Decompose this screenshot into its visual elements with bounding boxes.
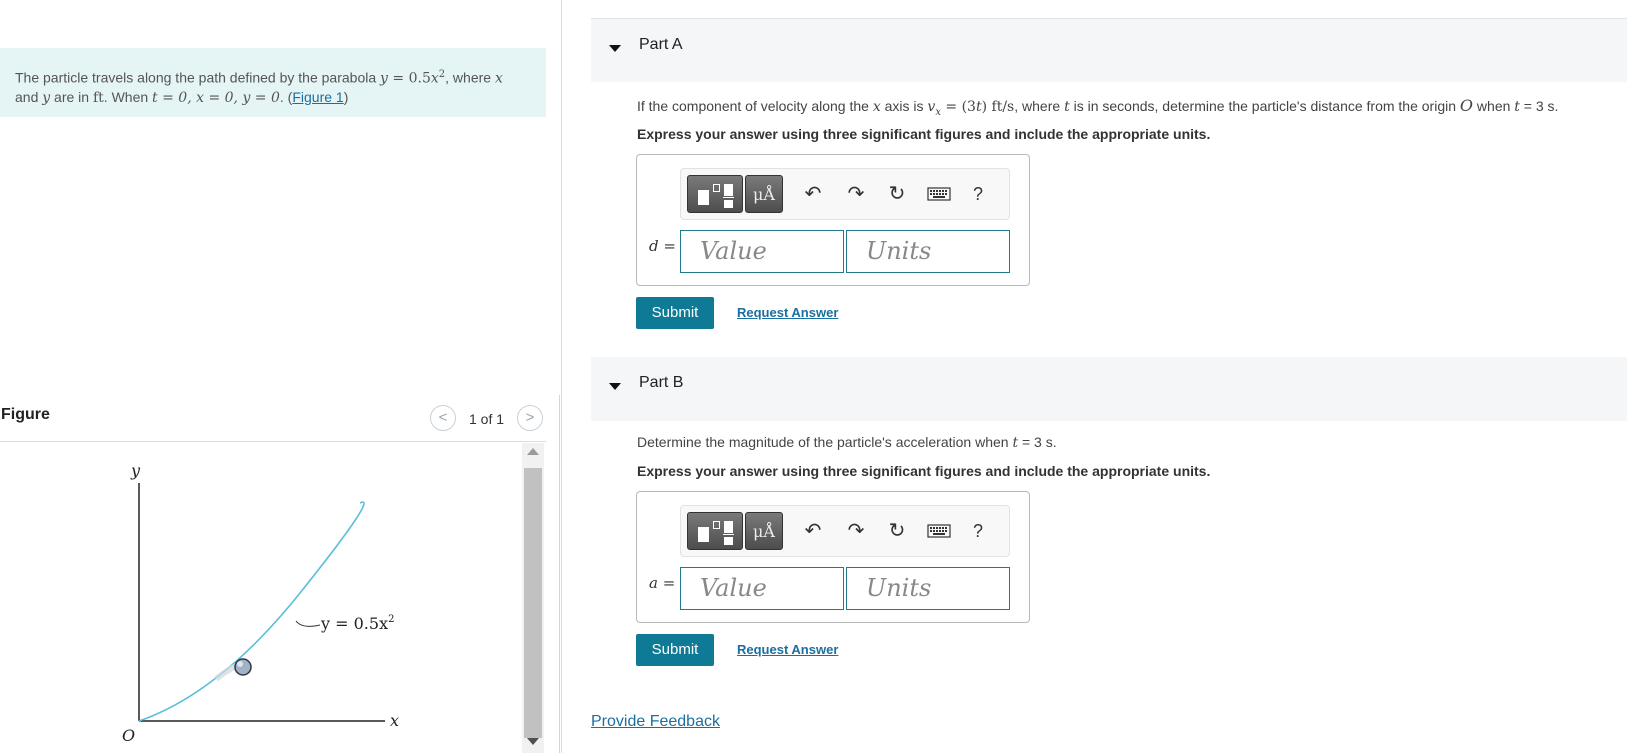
keyboard-icon[interactable] (926, 519, 952, 543)
templates-button[interactable] (687, 175, 743, 213)
math-x: x (494, 70, 503, 87)
part-b-label: Part B (639, 374, 684, 391)
figure-scrollbar[interactable] (522, 443, 544, 753)
answer-variable-label: d = (649, 237, 676, 255)
question-text: is in seconds, determine the particle's … (1069, 98, 1460, 114)
math-y: y (42, 89, 51, 106)
curve-equation-sup: 2 (388, 614, 394, 625)
math-unit: ft/s (987, 99, 1015, 115)
figure-counter: 1 of 1 (469, 411, 505, 427)
math-condition: t = 0, x = 0, y = 0 (152, 89, 280, 106)
part-b-question: Determine the magnitude of the particle'… (637, 434, 1057, 451)
undo-icon[interactable]: ↶ (801, 182, 825, 206)
problem-text: . ( (279, 88, 293, 105)
undo-icon[interactable]: ↶ (801, 519, 825, 543)
figure-title: Figure (1, 406, 50, 423)
problem-text: are in (50, 88, 93, 105)
question-text: axis is (880, 98, 928, 114)
part-b-instruction: Express your answer using three signific… (637, 463, 1211, 479)
request-answer-link[interactable]: Request Answer (737, 305, 838, 320)
request-answer-link[interactable]: Request Answer (737, 642, 838, 657)
math-x: x (872, 99, 881, 115)
math-eq: = 0.5 (387, 70, 431, 87)
part-a-instruction: Express your answer using three signific… (637, 126, 1211, 142)
help-icon[interactable]: ? (966, 182, 990, 206)
problem-text: ) (343, 88, 349, 105)
reset-icon[interactable]: ↻ (885, 519, 909, 543)
particle (234, 658, 252, 676)
problem-text: . When (103, 88, 153, 105)
value-input[interactable]: Value (680, 230, 844, 273)
part-b-header[interactable]: Part B (591, 357, 1627, 421)
math-origin: O (1459, 96, 1474, 115)
keyboard-icon[interactable] (926, 182, 952, 206)
collapse-caret-icon[interactable] (609, 383, 621, 390)
question-text: = 3 s. (1519, 98, 1559, 114)
scroll-down-arrow-icon[interactable] (527, 738, 539, 745)
problem-text: and (15, 88, 43, 105)
math-unit: ft (92, 89, 104, 106)
problem-text: The particle travels along the path defi… (15, 69, 381, 86)
submit-button[interactable]: Submit (636, 634, 714, 666)
units-button[interactable]: μÅ (745, 175, 783, 213)
part-a-label: Part A (639, 36, 683, 53)
question-text: = 3 s. (1018, 434, 1057, 450)
left-pane: The particle travels along the path defi… (0, 0, 562, 753)
part-b-answer-box: μÅ ↶ ↷ ↻ ? a = Value Units (636, 491, 1030, 623)
origin-label: O (122, 726, 135, 745)
motion-blur (214, 663, 238, 682)
question-text: Determine the magnitude of the particle'… (637, 434, 1013, 450)
provide-feedback-link[interactable]: Provide Feedback (591, 713, 720, 731)
previous-figure-button[interactable]: < (430, 405, 456, 431)
label-leader (295, 620, 321, 627)
math-eq: = (3 (940, 99, 976, 115)
particle-highlight (237, 661, 243, 667)
part-a-header[interactable]: Part A (591, 18, 1627, 82)
figure-header: Figure < 1 of 1 > (0, 400, 546, 442)
value-input[interactable]: Value (680, 567, 844, 610)
variable-symbol: d (649, 237, 659, 255)
y-axis-label: y (130, 461, 141, 480)
scrollbar-thumb[interactable] (524, 468, 542, 738)
question-text: when (1473, 98, 1515, 114)
help-icon[interactable]: ? (966, 519, 990, 543)
curve-equation-text: y = 0.5x (320, 614, 388, 633)
templates-button[interactable] (687, 512, 743, 550)
parabola-curve (138, 501, 365, 722)
scroll-up-arrow-icon[interactable] (527, 448, 539, 455)
question-text: If the component of velocity along the (637, 98, 873, 114)
part-a-answer-box: μÅ ↶ ↷ ↻ ? d = Value Units (636, 154, 1030, 286)
problem-text: , where (445, 69, 495, 86)
units-button[interactable]: μÅ (745, 512, 783, 550)
figure-link[interactable]: Figure 1 (292, 89, 343, 105)
math-y: y (380, 70, 388, 87)
problem-statement: The particle travels along the path defi… (0, 48, 546, 117)
redo-icon[interactable]: ↷ (844, 519, 868, 543)
units-input[interactable]: Units (846, 230, 1010, 273)
question-text: , where (1014, 98, 1065, 114)
variable-symbol: a (649, 574, 658, 592)
submit-button[interactable]: Submit (636, 297, 714, 329)
part-a-question: If the component of velocity along the x… (637, 96, 1558, 118)
x-axis-label: x (390, 711, 399, 730)
math-toolbar: μÅ ↶ ↷ ↻ ? (680, 505, 1010, 557)
collapse-caret-icon[interactable] (609, 45, 621, 52)
math-toolbar: μÅ ↶ ↷ ↻ ? (680, 168, 1010, 220)
next-figure-button[interactable]: > (517, 405, 543, 431)
answer-variable-label: a = (649, 574, 676, 592)
math-x: x (430, 70, 439, 87)
figure-image: y x O y = 0.5x2 (0, 443, 524, 753)
curve-equation-label: y = 0.5x2 (320, 614, 394, 633)
reset-icon[interactable]: ↻ (885, 182, 909, 206)
units-input[interactable]: Units (846, 567, 1010, 610)
pane-divider[interactable] (559, 395, 560, 753)
parabola-diagram: y x O y = 0.5x2 (122, 461, 399, 745)
redo-icon[interactable]: ↷ (844, 182, 868, 206)
